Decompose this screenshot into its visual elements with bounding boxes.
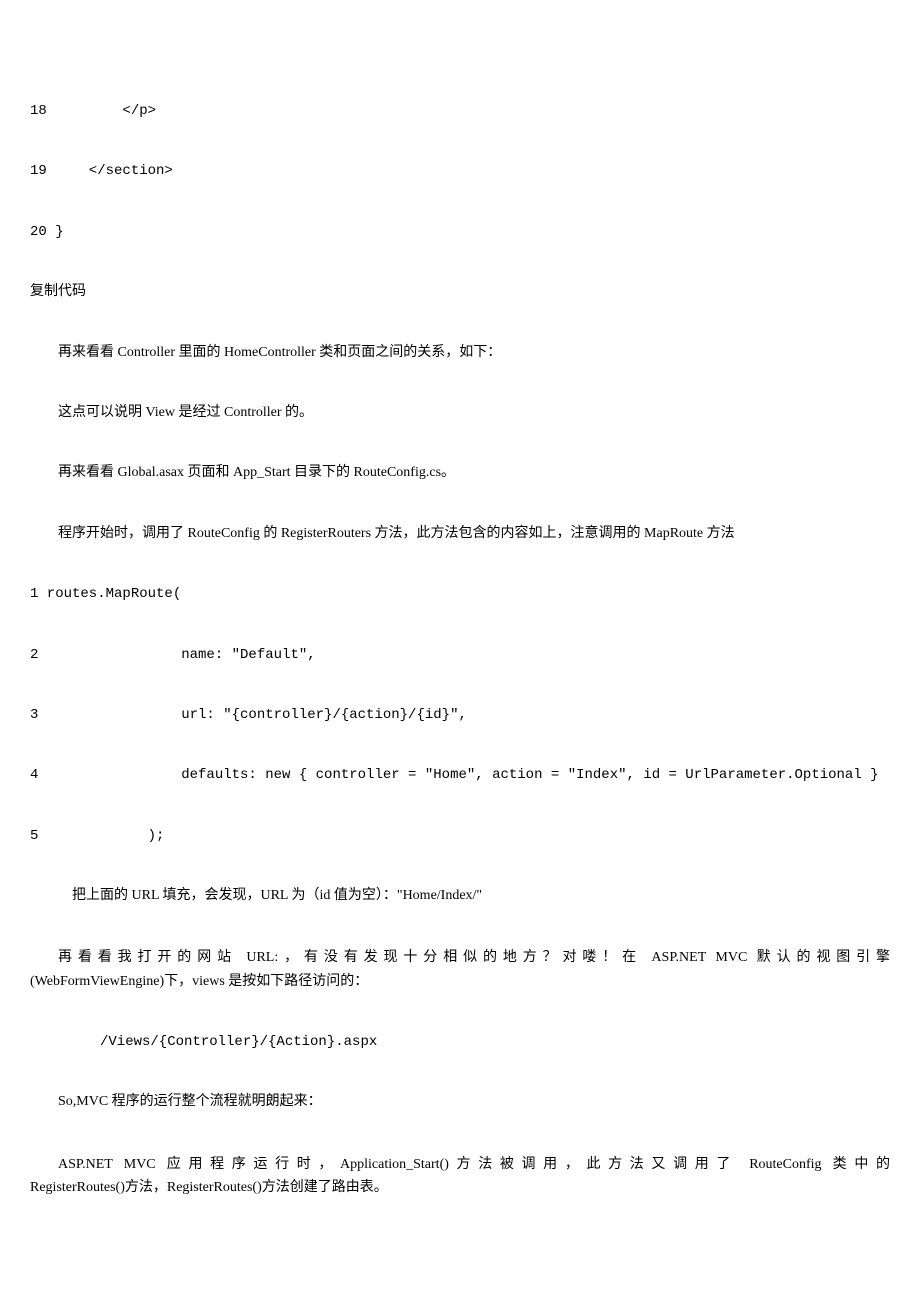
paragraph-application-start-line1: ASP.NET MVC 应用程序运行时，Application_Start()方…	[30, 1152, 890, 1177]
paragraph-so-mvc: So,MVC 程序的运行整个流程就明朗起来：	[30, 1091, 890, 1113]
document-page: 18 </p> 19 </section> 20 } 复制代码 再来看看 Con…	[0, 0, 920, 1302]
code-line-18: 18 </p>	[30, 100, 890, 122]
code2-line-2: 2 name: "Default",	[30, 644, 890, 666]
code-line-20: 20 }	[30, 221, 890, 243]
code2-line-1: 1 routes.MapRoute(	[30, 583, 890, 605]
paragraph-global-asax: 再来看看 Global.asax 页面和 App_Start 目录下的 Rout…	[30, 462, 890, 484]
paragraph-view-controller: 这点可以说明 View 是经过 Controller 的。	[30, 402, 890, 424]
paragraph-view-engine: 再看看我打开的网站 URL:，有没有发现十分相似的地方？对喽！在 ASP.NET…	[30, 945, 890, 993]
paragraph-view-engine-line1: 再看看我打开的网站 URL:，有没有发现十分相似的地方？对喽！在 ASP.NET…	[30, 945, 890, 970]
paragraph-application-start: ASP.NET MVC 应用程序运行时，Application_Start()方…	[30, 1152, 890, 1200]
code2-line-4: 4 defaults: new { controller = "Home", a…	[30, 764, 890, 786]
copy-code-label: 复制代码	[30, 281, 890, 303]
paragraph-controller-relationship: 再来看看 Controller 里面的 HomeController 类和页面之…	[30, 342, 890, 364]
views-path-pattern: /Views/{Controller}/{Action}.aspx	[30, 1031, 890, 1053]
code-line-19: 19 </section>	[30, 160, 890, 182]
paragraph-routeconfig: 程序开始时，调用了 RouteConfig 的 RegisterRouters …	[30, 523, 890, 545]
paragraph-application-start-line2: RegisterRoutes()方法，RegisterRoutes()方法创建了…	[30, 1177, 890, 1199]
paragraph-view-engine-line2: (WebFormViewEngine)下，views 是按如下路径访问的：	[30, 971, 890, 993]
paragraph-url-fill: 把上面的 URL 填充，会发现，URL 为（id 值为空）："Home/Inde…	[30, 885, 890, 907]
code2-line-3: 3 url: "{controller}/{action}/{id}",	[30, 704, 890, 726]
code2-line-5: 5 );	[30, 825, 890, 847]
